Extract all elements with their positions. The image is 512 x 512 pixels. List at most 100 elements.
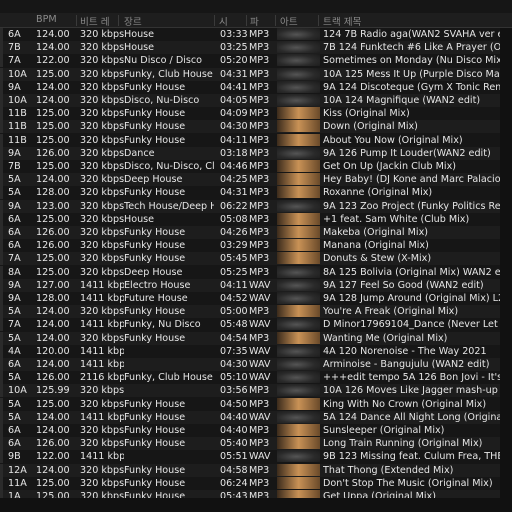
column-header-bpm[interactable]: BPM — [36, 14, 57, 25]
track-bpm: 124.00 — [36, 42, 70, 54]
album-art-thumbnail — [277, 371, 320, 384]
row-edge — [0, 160, 3, 173]
track-row[interactable]: 5A 124.00 1411 kbpsFunky House 04:40WAV 5A 1… — [0, 410, 512, 424]
track-bitrate: 320 kbps — [80, 464, 124, 476]
row-edge — [0, 173, 3, 187]
track-title: King With No Crown (Original Mix) — [323, 398, 487, 410]
track-row[interactable]: 9A 127.00 1411 kbpsElectro House 04:11WAV 9A… — [0, 278, 512, 292]
album-art-thumbnail — [277, 160, 320, 172]
track-row[interactable]: 6A 124.00 1411 kbps 04:30WAV Arminoise - Ban… — [0, 358, 512, 371]
album-art-thumbnail — [277, 318, 320, 331]
album-art-thumbnail — [277, 358, 320, 370]
track-row[interactable]: 5A 124.00 320 kbps Funky House 05:00 MP3 You'r… — [0, 305, 512, 319]
track-time: 06:24 — [220, 477, 248, 489]
track-row[interactable]: 4A 120.00 1411 kbps 07:35WAV 4A 120 Norenois… — [0, 344, 512, 358]
row-edge — [0, 410, 3, 424]
track-format: MP3 — [249, 108, 270, 120]
row-edge — [0, 331, 3, 345]
track-time: 05:25 — [220, 266, 248, 278]
track-row[interactable]: 5A 128.00 320 kbps Funky House 04:31 MP3 Roxan… — [0, 186, 512, 200]
track-row[interactable]: 11B 125.00 320 kbps Funky House 04:09 MP3 Kiss… — [0, 107, 512, 121]
track-bitrate: 320 kbps — [80, 398, 124, 410]
track-row[interactable]: 6A 126.00 320 kbps Funky House 05:40 MP3 Long … — [0, 437, 512, 451]
track-row[interactable]: 6A 124.00 320 kbps House 03:33 MP3 124 7B Radi… — [0, 28, 512, 41]
track-bitrate: 1411 kbps — [80, 451, 124, 463]
track-row[interactable]: 9A 126.00 320 kbps Dance 03:18 MP3 9A 126 Pump… — [0, 146, 512, 160]
track-title: Roxanne (Original Mix) — [323, 187, 433, 199]
track-key: 8A — [8, 266, 21, 278]
track-bitrate: 320 kbps — [80, 240, 124, 252]
track-bpm: 124.00 — [36, 425, 70, 436]
track-genre — [124, 345, 214, 358]
track-genre: Funky House — [124, 134, 186, 146]
track-format: MP3 — [249, 161, 270, 172]
row-edge — [0, 384, 3, 398]
track-row[interactable]: 6A 126.00 320 kbps Funky House 04:26 MP3 Makeb… — [0, 226, 512, 239]
track-genre: Funky House — [124, 121, 186, 133]
track-format: MP3 — [249, 253, 270, 265]
track-row[interactable]: 5A 126.00 2116 kbpsFunky, Club House 05:10W… — [0, 371, 512, 385]
track-bitrate: 320 kbps — [80, 213, 124, 225]
vertical-scrollbar[interactable] — [500, 28, 512, 512]
track-key: 6A — [8, 29, 21, 40]
track-bitrate: 320 kbps — [80, 306, 124, 318]
column-header-format[interactable]: 파 — [250, 14, 259, 28]
track-row[interactable]: 8A 125.00 320 kbps Deep House 05:25 MP3 8A 125… — [0, 265, 512, 279]
track-bpm: 125.00 — [36, 253, 70, 265]
track-key: 6A — [8, 359, 21, 370]
track-row[interactable]: 6A 125.00 320 kbps House 05:08 MP3 +1 feat. Sa… — [0, 212, 512, 226]
album-art-thumbnail — [277, 305, 320, 318]
track-row[interactable]: 7A 122.00 320 kbps Nu Disco / Disco 05:20 MP3… — [0, 54, 512, 68]
table-footer — [0, 498, 512, 512]
track-format: MP3 — [249, 200, 270, 212]
track-genre — [124, 358, 214, 371]
track-key: 9B — [8, 451, 21, 463]
track-row[interactable]: 10A 125.00 320 kbps Funky, Club House 04:31 M… — [0, 67, 512, 81]
track-row[interactable]: 7B 124.00 320 kbps House 03:25 MP3 7B 124 Funk… — [0, 41, 512, 55]
track-format: MP3 — [249, 42, 270, 54]
row-edge — [0, 54, 3, 68]
track-bpm: 124.00 — [36, 332, 70, 344]
track-genre: Disco, Nu-Disco, Cl — [124, 161, 214, 172]
track-bpm: 124.00 — [36, 464, 70, 476]
track-row[interactable]: 5A 124.00 320 kbps Funky House 04:54 MP3 Wanti… — [0, 331, 512, 345]
track-row[interactable]: 11A 125.00 320 kbps Funky House 06:24 MP3 Don'… — [0, 476, 512, 490]
column-header-time[interactable]: 시 — [219, 14, 228, 28]
track-title: +++edit tempo 5A 126 Bon Jovi - It's My … — [323, 372, 512, 384]
track-row[interactable]: 12A 124.00 320 kbps Funky House 04:58 MP3 That… — [0, 463, 512, 477]
track-time: 04:46 — [220, 161, 248, 172]
track-bpm: 124.00 — [36, 411, 70, 423]
track-bpm: 123.00 — [36, 200, 70, 212]
track-row[interactable]: 5A 124.00 320 kbps Deep House 04:25 MP3 Hey Ba… — [0, 173, 512, 187]
track-row[interactable]: 11B 125.00 320 kbps Funky House 04:11 MP3 Abou… — [0, 133, 512, 147]
track-bpm: 126.00 — [36, 147, 70, 159]
track-row[interactable]: 6A 126.00 320 kbps Funky House 03:29 MP3 Manan… — [0, 239, 512, 253]
track-row[interactable]: 6A 124.00 320 kbps Funky House 04:40 MP3 Sunsl… — [0, 424, 512, 437]
track-row[interactable]: 7A 125.00 320 kbps Funky House 05:45 MP3 Donut… — [0, 252, 512, 266]
track-time: 05:51 — [220, 451, 248, 463]
column-header-genre[interactable]: 장르 — [124, 14, 142, 28]
column-header-bitrate[interactable]: 비트 레 — [80, 14, 110, 28]
track-format: MP3 — [249, 477, 270, 489]
track-row[interactable]: 9A 124.00 320 kbps Funky House 04:41 MP3 9A 12… — [0, 80, 512, 94]
track-row[interactable]: 10A 125.99 320 kbps 03:56 MP3 10A 126 Moves L… — [0, 384, 512, 398]
track-row[interactable]: 5A 125.00 320 kbps Funky House 04:50 MP3 King … — [0, 397, 512, 411]
track-bitrate: 1411 kbps — [80, 411, 124, 423]
track-time: 05:40 — [220, 438, 248, 450]
track-row[interactable]: 10A 124.00 320 kbps Disco, Nu-Disco 04:05 MP3… — [0, 94, 512, 107]
track-row[interactable]: 7B 125.00 320 kbps Disco, Nu-Disco, Cl 04:46… — [0, 160, 512, 173]
track-row[interactable]: 9B 122.00 1411 kbps 05:51WAV 9B 123 Missing … — [0, 450, 512, 464]
column-header-title[interactable]: 트랙 제목 — [323, 14, 361, 28]
track-row[interactable]: 7A 124.00 1411 kbpsFunky, Nu Disco 05:48WAV… — [0, 318, 512, 332]
track-row[interactable]: 9A 123.00 320 kbps Tech House/Deep H 06:22 MP… — [0, 199, 512, 213]
track-row[interactable]: 11B 125.00 320 kbps Funky House 04:30 MP3 Down… — [0, 120, 512, 134]
track-row[interactable]: 9A 128.00 1411 kbpsFuture House 04:52WAV 9A … — [0, 292, 512, 305]
album-art-thumbnail — [277, 41, 320, 54]
track-time: 04:52 — [220, 293, 248, 304]
track-genre: Future House — [124, 293, 188, 304]
column-header-art[interactable]: 아트 — [280, 14, 298, 28]
row-edge — [0, 371, 3, 385]
track-time: 03:56 — [220, 385, 248, 397]
track-time: 03:29 — [220, 240, 248, 252]
track-time: 04:26 — [220, 227, 248, 238]
